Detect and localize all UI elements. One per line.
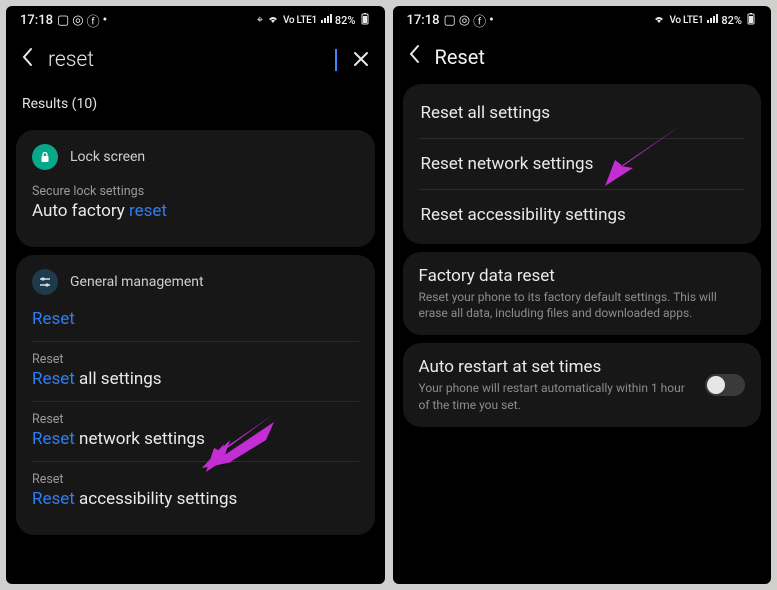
result-title: Reset all settings (32, 369, 359, 389)
wifi-icon (266, 14, 280, 27)
search-result-item[interactable]: Reset Reset all settings (32, 341, 359, 401)
facebook-icon: ⓕ (87, 11, 100, 30)
status-bar: 17:18 ▢ ◎ ⓕ • ⌖ Vo LTE1 82% (6, 6, 385, 34)
reset-accessibility-settings[interactable]: Reset accessibility settings (419, 190, 746, 240)
signal-icon (706, 14, 718, 27)
reset-options-card: Reset all settings Reset network setting… (403, 84, 762, 244)
location-icon: ⌖ (257, 13, 263, 27)
signal-icon (320, 14, 332, 27)
category-label: Lock screen (70, 149, 145, 165)
lock-icon (32, 144, 58, 170)
result-title: Auto factory reset (32, 201, 359, 221)
result-group-general-management: General management Reset Reset Reset all… (16, 255, 375, 535)
search-text: reset (48, 48, 334, 72)
battery-icon (745, 13, 757, 28)
status-time: 17:18 (407, 13, 440, 28)
result-subtitle: Secure lock settings (32, 184, 359, 199)
reset-all-settings[interactable]: Reset all settings (419, 88, 746, 139)
image-icon: ▢ (57, 13, 69, 28)
dot-icon: • (103, 13, 108, 28)
result-group-lock-screen: Lock screen Secure lock settings Auto fa… (16, 130, 375, 247)
factory-reset-card[interactable]: Factory data reset Reset your phone to i… (403, 252, 762, 335)
result-subtitle: Reset (32, 472, 359, 487)
battery-text: 82% (721, 14, 742, 27)
result-title: Reset accessibility settings (32, 489, 359, 509)
page-title: Reset (435, 45, 485, 69)
category-label: General management (70, 274, 204, 290)
auto-restart-title: Auto restart at set times (419, 357, 696, 377)
page-header: Reset (393, 34, 772, 84)
search-result-item[interactable]: Reset Reset accessibility settings (32, 461, 359, 521)
phone-reset-screen: 17:18 ▢ ◎ ⓕ • Vo LTE1 82% Rese (393, 6, 772, 584)
phone-search-screen: 17:18 ▢ ◎ ⓕ • ⌖ Vo LTE1 82% (6, 6, 385, 584)
search-result-item[interactable]: Reset (32, 305, 359, 341)
sliders-icon (32, 269, 58, 295)
result-subtitle: Reset (32, 412, 359, 427)
result-title: Reset (32, 309, 359, 329)
clear-search-button[interactable] (351, 44, 371, 76)
factory-reset-title: Factory data reset (419, 266, 746, 286)
auto-restart-card: Auto restart at set times Your phone wil… (403, 343, 762, 426)
search-result-item[interactable]: Reset Reset network settings (32, 401, 359, 461)
text-cursor (335, 49, 337, 71)
status-time: 17:18 (20, 13, 53, 28)
wifi-icon (652, 14, 666, 27)
back-button[interactable] (407, 44, 421, 70)
volte-label: Vo LTE1 (669, 15, 703, 26)
search-header: reset (6, 34, 385, 90)
instagram-icon: ◎ (72, 13, 83, 28)
image-icon: ▢ (443, 13, 455, 28)
result-title: Reset network settings (32, 429, 359, 449)
volte-label: Vo LTE1 (283, 15, 317, 26)
dot-icon: • (489, 13, 494, 28)
back-button[interactable] (20, 47, 34, 73)
results-count: Results (10) (16, 90, 375, 122)
battery-text: 82% (335, 14, 356, 27)
factory-reset-desc: Reset your phone to its factory default … (419, 289, 719, 321)
result-subtitle: Reset (32, 352, 359, 367)
status-bar: 17:18 ▢ ◎ ⓕ • Vo LTE1 82% (393, 6, 772, 34)
auto-restart-toggle[interactable] (705, 374, 745, 396)
search-input[interactable]: reset (48, 48, 337, 72)
search-result-item[interactable]: Secure lock settings Auto factory reset (32, 180, 359, 233)
reset-network-settings[interactable]: Reset network settings (419, 139, 746, 190)
instagram-icon: ◎ (459, 13, 470, 28)
facebook-icon: ⓕ (473, 11, 486, 30)
auto-restart-desc: Your phone will restart automatically wi… (419, 380, 696, 412)
battery-icon (359, 13, 371, 28)
